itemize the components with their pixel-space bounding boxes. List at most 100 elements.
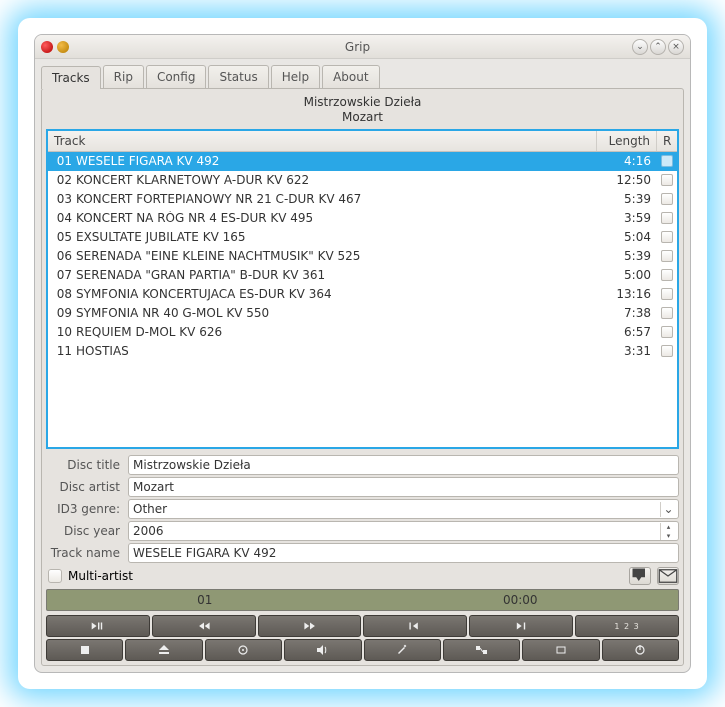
track-number: 05	[48, 230, 76, 244]
track-row[interactable]: 10REQUIEM D-MOL KV 6266:57	[48, 323, 677, 342]
track-length: 6:57	[597, 325, 657, 339]
year-input[interactable]: 2006 ▴ ▾	[128, 521, 679, 541]
scan-disc-button[interactable]	[205, 639, 282, 661]
spin-down-icon[interactable]: ▾	[661, 532, 676, 541]
col-rip[interactable]: R	[657, 131, 677, 151]
track-rip-checkbox[interactable]	[661, 307, 673, 319]
track-row[interactable]: 05EXSULTATE JUBILATE KV 1655:04	[48, 228, 677, 247]
album-title: Mistrzowskie Dzieła	[46, 95, 679, 110]
track-length: 7:38	[597, 306, 657, 320]
track-rip-checkbox[interactable]	[661, 231, 673, 243]
track-row[interactable]: 08SYMFONIA KONCERTUJACA ES-DUR KV 36413:…	[48, 285, 677, 304]
track-row[interactable]: 07SERENADA "GRAN PARTIA" B-DUR KV 3615:0…	[48, 266, 677, 285]
close-button[interactable]: ×	[668, 39, 684, 55]
toggle-minimal-button[interactable]	[522, 639, 599, 661]
track-length: 4:16	[597, 154, 657, 168]
track-length: 5:00	[597, 268, 657, 282]
play-pause-button[interactable]	[46, 615, 150, 637]
track-row[interactable]: 06SERENADA "EINE KLEINE NACHTMUSIK" KV 5…	[48, 247, 677, 266]
stop-button[interactable]	[46, 639, 123, 661]
minimize-button[interactable]: ⌄	[632, 39, 648, 55]
quit-button[interactable]	[602, 639, 679, 661]
track-row[interactable]: 04KONCERT NA RÓG NR 4 ES-DUR KV 4953:59	[48, 209, 677, 228]
app-icon	[41, 41, 53, 53]
track-rip-checkbox[interactable]	[661, 250, 673, 262]
track-rip-checkbox[interactable]	[661, 174, 673, 186]
track-length: 5:39	[597, 192, 657, 206]
titlebar-left	[41, 41, 101, 53]
track-rip-checkbox[interactable]	[661, 288, 673, 300]
track-title: WESELE FIGARA KV 492	[76, 154, 597, 168]
track-rip-checkbox[interactable]	[661, 269, 673, 281]
track-row[interactable]: 03KONCERT FORTEPIANOWY NR 21 C-DUR KV 46…	[48, 190, 677, 209]
spin-up-icon[interactable]: ▴	[661, 523, 676, 532]
controls-row-2	[46, 639, 679, 661]
genre-select[interactable]: Other ⌄	[128, 499, 679, 519]
track-rip-checkbox[interactable]	[661, 345, 673, 357]
forward-button[interactable]	[258, 615, 362, 637]
playback-progress[interactable]: 01 00:00	[46, 589, 679, 611]
track-rip-checkbox[interactable]	[661, 193, 673, 205]
album-header: Mistrzowskie Dzieła Mozart	[46, 93, 679, 129]
track-length: 3:59	[597, 211, 657, 225]
edit-button[interactable]	[364, 639, 441, 661]
year-spinner[interactable]: ▴ ▾	[660, 523, 676, 540]
col-track[interactable]: Track	[48, 131, 597, 151]
track-body[interactable]: 01WESELE FIGARA KV 4924:1602KONCERT KLAR…	[48, 152, 677, 447]
chevron-down-icon[interactable]: ⌄	[660, 502, 676, 517]
year-value: 2006	[133, 524, 164, 538]
maximize-button[interactable]: ⌃	[650, 39, 666, 55]
content-pane: Mistrzowskie Dzieła Mozart Track Length …	[41, 88, 684, 666]
track-row[interactable]: 02KONCERT KLARNETOWY A-DUR KV 62212:50	[48, 171, 677, 190]
eject-button[interactable]	[125, 639, 202, 661]
controls: 1 2 3	[46, 615, 679, 661]
tab-status[interactable]: Status	[208, 65, 268, 88]
track-row[interactable]: 01WESELE FIGARA KV 4924:16	[48, 152, 677, 171]
track-length: 5:04	[597, 230, 657, 244]
disc-title-label: Disc title	[46, 458, 124, 472]
track-number: 04	[48, 211, 76, 225]
track-row[interactable]: 09SYMFONIA NR 40 G-MOL KV 5507:38	[48, 304, 677, 323]
track-number: 10	[48, 325, 76, 339]
next-track-button[interactable]	[469, 615, 573, 637]
tab-tracks[interactable]: Tracks	[41, 66, 101, 89]
titlebar-right: ⌄ ⌃ ×	[614, 39, 684, 55]
playback-time: 00:00	[363, 593, 679, 607]
multi-artist-checkbox[interactable]	[48, 569, 62, 583]
track-rip-checkbox[interactable]	[661, 155, 673, 167]
track-title: SERENADA "EINE KLEINE NACHTMUSIK" KV 525	[76, 249, 597, 263]
track-select-button[interactable]: 1 2 3	[575, 615, 679, 637]
year-label: Disc year	[46, 524, 124, 538]
rewind-button[interactable]	[152, 615, 256, 637]
window-title: Grip	[101, 40, 614, 54]
mail-disc-info-button[interactable]	[657, 567, 679, 585]
volume-button[interactable]	[284, 639, 361, 661]
track-rip-checkbox[interactable]	[661, 212, 673, 224]
track-name-input[interactable]: WESELE FIGARA KV 492	[128, 543, 679, 563]
track-title: SYMFONIA NR 40 G-MOL KV 550	[76, 306, 597, 320]
genre-value: Other	[133, 502, 167, 516]
disc-title-input[interactable]: Mistrzowskie Dzieła	[128, 455, 679, 475]
disc-artist-label: Disc artist	[46, 480, 124, 494]
tab-rip[interactable]: Rip	[103, 65, 144, 88]
track-length: 5:39	[597, 249, 657, 263]
tab-about[interactable]: About	[322, 65, 379, 88]
track-row[interactable]: 11HOSTIAS3:31	[48, 342, 677, 361]
track-rip-checkbox[interactable]	[661, 326, 673, 338]
track-title: REQUIEM D-MOL KV 626	[76, 325, 597, 339]
track-title: KONCERT KLARNETOWY A-DUR KV 622	[76, 173, 597, 187]
track-number: 11	[48, 344, 76, 358]
track-list: Track Length R 01WESELE FIGARA KV 4924:1…	[46, 129, 679, 449]
track-title: SERENADA "GRAN PARTIA" B-DUR KV 361	[76, 268, 597, 282]
prev-track-button[interactable]	[363, 615, 467, 637]
disc-artist-input[interactable]: Mozart	[128, 477, 679, 497]
col-length[interactable]: Length	[597, 131, 657, 151]
tab-help[interactable]: Help	[271, 65, 320, 88]
save-disc-info-button[interactable]	[629, 567, 651, 585]
rip-tracks-button[interactable]	[443, 639, 520, 661]
track-number: 07	[48, 268, 76, 282]
track-header: Track Length R	[48, 131, 677, 152]
controls-row-1: 1 2 3	[46, 615, 679, 637]
multi-artist-label: Multi-artist	[68, 569, 133, 583]
tab-config[interactable]: Config	[146, 65, 207, 88]
